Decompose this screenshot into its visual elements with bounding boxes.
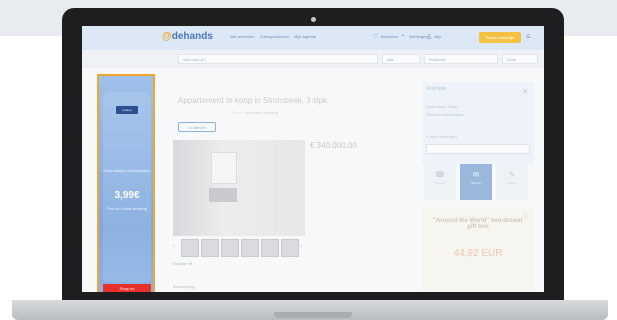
camera-icon — [311, 17, 316, 22]
header-link-searches[interactable]: Zoekopdrachten — [260, 34, 289, 39]
call-label: Oproep — [434, 181, 445, 185]
chevron-left-icon[interactable]: ‹ — [173, 243, 175, 250]
heart-icon[interactable]: ♡ — [372, 33, 378, 41]
logo[interactable]: @dehands — [162, 31, 213, 42]
ad-brand-text: Lutece — [122, 108, 132, 112]
chevron-right-icon[interactable]: › — [300, 243, 302, 250]
thumbnail[interactable] — [221, 239, 239, 257]
chat-icon: ▭ — [188, 125, 193, 130]
notifications-link[interactable]: Meldingen — [409, 34, 427, 39]
place-ad-button[interactable]: Plaats zoekertje — [479, 32, 521, 43]
seller-panel: Verkoper ✕ Actief sinds 5 jaar Telefoon … — [422, 82, 534, 164]
message-label: Bericht — [471, 181, 481, 185]
listing-subtitle: 2 km · Geplaatst vandaag — [232, 110, 278, 115]
category-select[interactable]: Alle — [382, 54, 420, 64]
search-input[interactable]: Wat zoek je? — [178, 54, 378, 64]
promo-price: 44,92 EUR — [453, 248, 503, 259]
promo-title: "Around the World" two-drawer gift box — [433, 218, 523, 230]
seller-info-line: Telefoon beschikbaar — [426, 112, 464, 117]
listing-main-photo[interactable] — [173, 140, 305, 236]
user-icon[interactable]: ♙ — [426, 33, 432, 41]
ad-product-image — [103, 92, 151, 282]
thumbnail[interactable] — [241, 239, 259, 257]
description-heading: Beschrijving — [173, 284, 195, 289]
ad-subtext: Per rol. Gratis levering — [107, 206, 147, 211]
account-link[interactable]: Mijn — [434, 34, 441, 39]
promo-ad[interactable]: ⓘ "Around the World" two-drawer gift box… — [422, 208, 534, 290]
phone-icon: ☎ — [435, 170, 445, 179]
menu-icon[interactable]: ☰ — [526, 34, 530, 40]
logo-text: dehands — [171, 31, 213, 42]
save-listing-link[interactable]: Bewaar dit — [173, 261, 192, 266]
call-button[interactable]: ☎ Oproep — [424, 164, 456, 200]
thumbnail[interactable] — [261, 239, 279, 257]
thumbnail[interactable] — [181, 239, 199, 257]
header-link-categories[interactable]: Alle rubrieken — [230, 34, 254, 39]
message-button-label: Bericht — [193, 125, 206, 130]
laptop-notch — [274, 312, 352, 318]
site-header: @dehands Alle rubrieken Zoekopdrachten M… — [82, 26, 544, 50]
photo-mirror — [211, 152, 237, 184]
listing-title: Appartement te koop in Strombeek, 3 slpk… — [178, 96, 330, 105]
location-input[interactable]: Postcode — [424, 54, 498, 64]
photo-sink — [209, 188, 237, 202]
share-icon: ✎ — [508, 170, 516, 179]
ad-brand-logo: Lutece — [116, 106, 138, 114]
ad-cta-button[interactable]: Shop nu — [103, 284, 151, 292]
header-link-agenda[interactable]: Mijn Agenda — [294, 34, 316, 39]
bell-icon[interactable]: ◔ — [400, 33, 404, 40]
seller-message-input[interactable] — [426, 144, 530, 154]
browser-screen: @dehands Alle rubrieken Zoekopdrachten M… — [82, 26, 544, 292]
contact-options: ☎ Oproep ✉ Bericht ✎ Delen — [422, 164, 534, 202]
seller-info-line: Actief sinds 5 jaar — [426, 104, 458, 109]
listing-price: € 340.000,00 — [310, 141, 357, 150]
seller-info-line: E-mail ontvangen — [426, 134, 458, 139]
message-button[interactable]: ▭ Bericht — [178, 122, 216, 132]
thumbnail[interactable] — [201, 239, 219, 257]
seller-label: Verkoper — [426, 86, 447, 92]
search-bar: Wat zoek je? Alle Postcode Zoek — [82, 50, 544, 68]
logo-mark: @ — [162, 31, 172, 42]
thumbnail-strip: ‹ › — [173, 239, 305, 257]
ad-price: 3,99€ — [114, 190, 140, 201]
close-icon[interactable]: ✕ — [522, 88, 528, 96]
thumbnail[interactable] — [281, 239, 299, 257]
ad-banner[interactable]: Lutece Extra sterkte vuilniszakken 3,99€… — [97, 74, 155, 292]
search-submit-button[interactable]: Zoek — [502, 54, 538, 64]
share-button[interactable]: ✎ Delen — [496, 164, 528, 200]
ad-headline: Extra sterkte vuilniszakken — [103, 168, 151, 173]
mail-icon: ✉ — [472, 170, 480, 179]
share-label: Delen — [508, 181, 516, 185]
message-seller-button[interactable]: ✉ Bericht — [460, 164, 492, 200]
messages-link[interactable]: Berichten — [381, 34, 398, 39]
